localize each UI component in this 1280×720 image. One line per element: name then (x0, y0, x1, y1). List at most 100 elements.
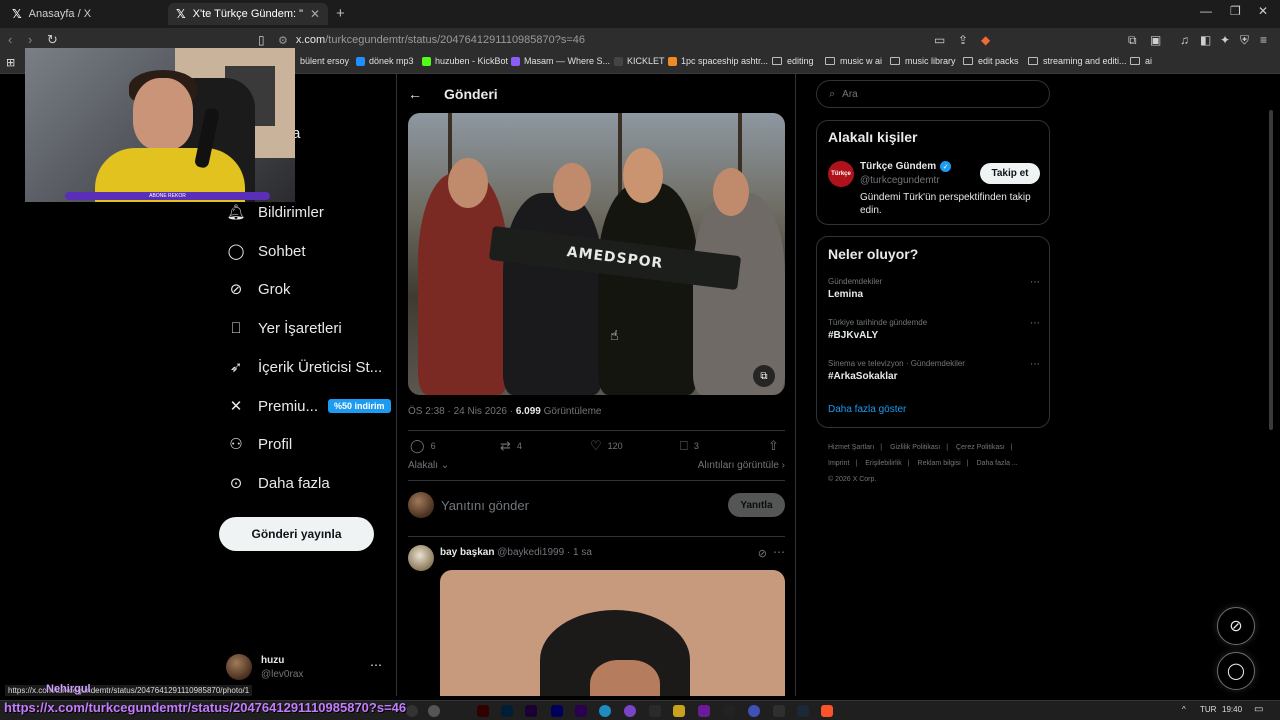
show-more-link[interactable]: Daha fazla göster (828, 404, 906, 415)
grok-fab[interactable]: ⊘ (1217, 607, 1255, 645)
trend-item[interactable]: Sinema ve televizyon · Gündemdekiler #Ar… (828, 359, 1040, 387)
reload-icon[interactable]: ↻ (47, 32, 58, 48)
bookmark-item[interactable]: huzuben - KickBot (422, 56, 508, 66)
tab-home[interactable]: 𝕏 Anasayfa / X (4, 3, 164, 25)
input-language[interactable]: TUR (1200, 705, 1216, 714)
url-field[interactable]: ⚙ x.com/turkcegundemtr/status/2047641291… (278, 30, 1004, 50)
account-switcher[interactable]: huzu @lev0rax ⋯ (226, 654, 386, 684)
bookmark-folder[interactable]: music library (890, 56, 956, 66)
post-button[interactable]: Gönderi yayınla (219, 517, 374, 551)
bookmark-page-icon[interactable]: ▯ (258, 33, 265, 47)
more-icon[interactable]: ⋯ (1030, 359, 1040, 370)
apps-icon[interactable]: ⊞ (6, 56, 15, 69)
illustrator-icon[interactable] (477, 705, 489, 717)
bookmark-item[interactable]: KICKLET (614, 56, 665, 66)
footer-link[interactable]: Reklam bilgisi (918, 460, 961, 467)
reply-button[interactable]: Yanıtla (728, 493, 785, 517)
extensions-icon[interactable]: ⧉ (1128, 33, 1137, 48)
minimize-icon[interactable]: — (1200, 4, 1212, 18)
trend-item[interactable]: Türkiye tarihinde gündemde #BJKvALY ⋯ (828, 318, 1040, 346)
scrollbar[interactable] (1269, 110, 1273, 430)
nav-bookmarks[interactable]: ⎕ Yer İşaretleri (226, 313, 341, 343)
media-encoder-icon[interactable] (525, 705, 537, 717)
more-icon[interactable]: ⋯ (1030, 318, 1040, 329)
photo-options-icon[interactable]: ⧉ (753, 365, 775, 387)
steam-icon[interactable] (797, 705, 809, 717)
shield-icon[interactable]: ◆ (981, 33, 990, 47)
more-icon[interactable]: ⋯ (773, 545, 785, 559)
search-box[interactable]: ⌕ (816, 80, 1050, 108)
bookmark-action[interactable]: ⎕ 3 (680, 438, 699, 454)
back-nav-icon[interactable]: ‹ (8, 32, 12, 47)
brave-icon[interactable] (821, 705, 833, 717)
photoshop-icon[interactable] (501, 705, 513, 717)
wallet-icon[interactable]: ▣ (1150, 33, 1161, 47)
close-tab-icon[interactable]: ✕ (304, 7, 320, 21)
footer-link[interactable]: Gizlilik Politikası (890, 444, 940, 451)
bookmark-item[interactable]: dönek mp3 (356, 56, 414, 66)
avatar[interactable] (408, 545, 434, 571)
footer-link[interactable]: Imprint (828, 460, 849, 467)
trend-item[interactable]: Gündemdekiler Lemina ⋯ (828, 277, 1040, 305)
new-tab-button[interactable]: + (336, 5, 345, 22)
bookmark-folder[interactable]: edit packs (963, 56, 1019, 66)
share-icon[interactable]: ⇪ (958, 33, 968, 47)
follow-button[interactable]: Takip et (980, 163, 1040, 184)
bookmark-folder[interactable]: music w ai (825, 56, 882, 66)
nav-more[interactable]: ⊙ Daha fazla (226, 468, 330, 498)
reply-photo[interactable] (440, 570, 785, 696)
taskbar-app-icon[interactable] (773, 705, 785, 717)
notifications-icon[interactable]: ▭ (1254, 704, 1263, 715)
after-effects-icon[interactable] (551, 705, 563, 717)
premiere-icon[interactable] (575, 705, 587, 717)
bookmark-folder[interactable]: editing (772, 56, 814, 66)
discord-icon[interactable] (748, 705, 760, 717)
search-input[interactable] (842, 88, 1023, 100)
nav-premium[interactable]: ✕ Premiu... %50 indirim (226, 391, 391, 421)
vpn-icon[interactable]: ⛨ (1240, 33, 1249, 48)
related-dropdown[interactable]: Alakalı ⌄ (408, 460, 449, 471)
bookmark-folder[interactable]: ai (1130, 56, 1152, 66)
tray-expand-icon[interactable]: ^ (1182, 705, 1186, 714)
more-icon[interactable]: ⋯ (1030, 277, 1040, 288)
taskbar-app-icon[interactable] (649, 705, 661, 717)
music-icon[interactable]: ♫ (1180, 33, 1189, 47)
menu-icon[interactable]: ≡ (1260, 33, 1267, 47)
reply-author[interactable]: bay başkan @baykedi1999 · 1 sa (440, 547, 592, 558)
footer-link[interactable]: Erişilebilirlik (865, 460, 902, 467)
messages-fab[interactable]: ◯ (1217, 652, 1255, 690)
restore-icon[interactable]: ❐ (1230, 4, 1241, 18)
footer-link[interactable]: Hizmet Şartları (828, 444, 874, 451)
nav-creator-studio[interactable]: ➶ İçerik Üreticisi St... (226, 352, 382, 382)
post-photo[interactable]: AMEDSPOR ⧉ (408, 113, 785, 395)
bookmark-folder[interactable]: streaming and editi... (1028, 56, 1127, 66)
site-settings-icon[interactable]: ⚙ (278, 34, 288, 47)
taskbar-app-icon[interactable] (624, 705, 636, 717)
taskbar-app-icon[interactable] (428, 705, 440, 717)
taskbar-app-icon[interactable] (698, 705, 710, 717)
reply-action[interactable]: ◯ 6 (410, 438, 436, 454)
more-icon[interactable]: ⋯ (370, 658, 382, 672)
footer-link[interactable]: Çerez Politikası (956, 444, 1005, 451)
sidebar-icon[interactable]: ◧ (1200, 33, 1211, 47)
taskbar-app-icon[interactable] (406, 705, 418, 717)
reply-input[interactable]: Yanıtını gönder (441, 498, 529, 513)
bookmark-item[interactable]: Masam — Where S... (511, 56, 610, 66)
taskbar-app-icon[interactable] (723, 705, 735, 717)
back-arrow-icon[interactable]: ← (408, 86, 422, 102)
grok-icon[interactable]: ⊘ (758, 547, 767, 560)
share-action[interactable]: ⇧ (768, 438, 785, 454)
window-close-icon[interactable]: ✕ (1258, 4, 1268, 18)
bookmark-item[interactable]: bülent ersoy (300, 56, 349, 66)
forward-nav-icon[interactable]: › (28, 32, 32, 47)
bookmark-item[interactable]: 1pc spaceship ashtr... (668, 56, 768, 66)
nav-chat[interactable]: ◯ Sohbet (226, 236, 306, 266)
view-quotes-link[interactable]: Alıntıları görüntüle › (698, 460, 785, 471)
nav-grok[interactable]: ⊘ Grok (226, 274, 291, 304)
tab-status[interactable]: 𝕏 X'te Türkçe Gündem: "Kafalar gü ✕ (168, 3, 328, 25)
footer-link[interactable]: Daha fazla ... (977, 460, 1018, 467)
repost-action[interactable]: ⇄ 4 (500, 438, 522, 454)
cast-icon[interactable]: ▭ (934, 33, 945, 47)
taskbar-app-icon[interactable] (673, 705, 685, 717)
edge-icon[interactable] (599, 705, 611, 717)
